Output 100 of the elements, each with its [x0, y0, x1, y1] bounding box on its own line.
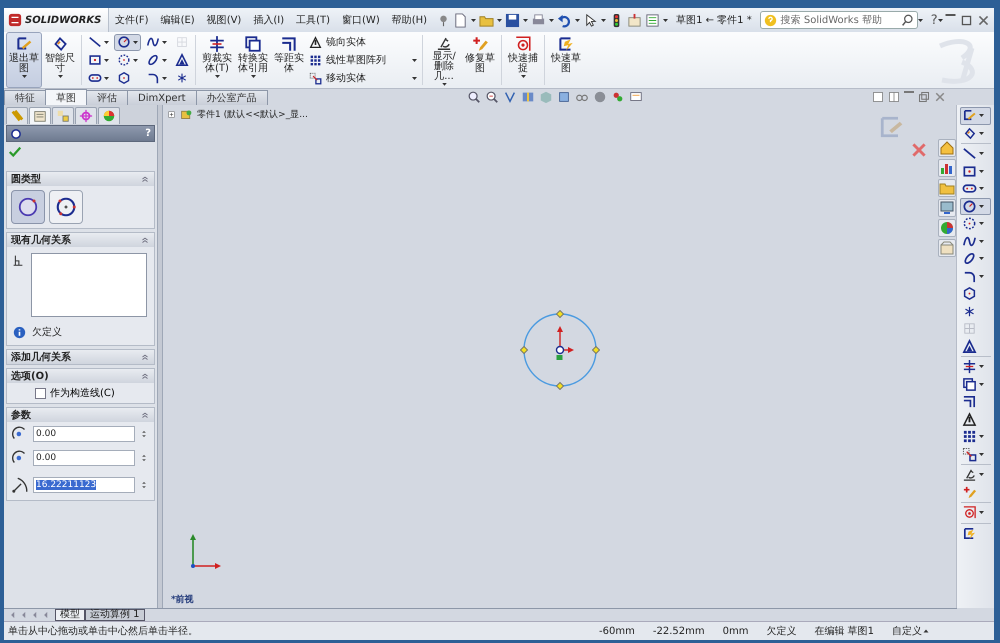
- quick-sketch-icon: [962, 526, 977, 541]
- move-icon: [309, 72, 322, 84]
- mirror-icon: [962, 412, 977, 427]
- command-tab[interactable]: 特征: [4, 90, 46, 105]
- y-field[interactable]: 0.00: [33, 450, 135, 466]
- panel-tab[interactable]: [75, 107, 97, 124]
- section-view-icon: [520, 90, 535, 104]
- panel-tab[interactable]: [29, 107, 51, 124]
- command-tab[interactable]: 草图: [45, 89, 87, 105]
- exit-sketch-tool-button[interactable]: [960, 107, 991, 124]
- status-field: 0mm: [722, 626, 748, 636]
- menu-item[interactable]: 插入(I): [247, 13, 290, 27]
- caret-icon: [979, 187, 984, 190]
- circle-tool-button[interactable]: [114, 34, 141, 50]
- pattern-button[interactable]: 线性草图阵列: [307, 52, 419, 68]
- move-button[interactable]: 移动实体: [307, 70, 419, 86]
- menu-item[interactable]: 帮助(H): [386, 13, 434, 27]
- construction-checkbox[interactable]: 作为构造线(C): [7, 383, 115, 403]
- status-field: -22.52mm: [652, 626, 705, 636]
- origin-drawing: [556, 326, 574, 360]
- circle-tool-button[interactable]: [960, 198, 991, 215]
- document-title: 草图1 ← 零件1 *: [676, 14, 752, 27]
- tree-item[interactable]: 零件1 (默认<<默认>_显...: [197, 108, 308, 121]
- menu-item[interactable]: 窗口(W): [336, 13, 386, 27]
- caret-icon: [979, 452, 984, 456]
- caret-icon: [497, 18, 502, 22]
- menu-item[interactable]: 编辑(E): [154, 13, 201, 27]
- repair-button[interactable]: 修复草图: [462, 32, 498, 88]
- quick-sketch-button[interactable]: 快速草图: [548, 32, 584, 88]
- logo-mark-icon: [8, 13, 22, 27]
- exit-sketch-button[interactable]: 退出草图: [6, 32, 42, 88]
- scene-icon: [610, 90, 625, 104]
- dimension-button[interactable]: 智能尺寸: [42, 32, 78, 88]
- radius-field[interactable]: 16.22211123: [33, 477, 135, 493]
- caret-icon: [979, 274, 984, 278]
- feature-tree-icon: [10, 109, 24, 123]
- x-field[interactable]: 0.00: [33, 426, 135, 442]
- convert-button[interactable]: 转换实体引用: [235, 32, 271, 88]
- status-field: 欠定义: [766, 624, 796, 638]
- config-icon: [56, 109, 70, 123]
- sketch-circle-drawing[interactable]: [520, 310, 600, 390]
- dot-grid-icon: [962, 429, 977, 444]
- center-circle-icon: [16, 195, 40, 219]
- caret-icon: [979, 152, 984, 156]
- section-title: 参数: [11, 408, 31, 422]
- mirror-button[interactable]: 镜向实体: [307, 34, 419, 50]
- panel-tab[interactable]: [98, 107, 120, 124]
- offset-button[interactable]: 等距实体: [271, 32, 307, 88]
- caret-icon: [162, 58, 167, 62]
- rectangle-icon: [962, 164, 977, 179]
- close-icon: [934, 91, 946, 103]
- help-button[interactable]: ?: [930, 12, 938, 28]
- slot-icon: [88, 71, 102, 85]
- undo-icon: [557, 12, 572, 28]
- caret-icon: [979, 222, 984, 226]
- sphere-icon: [592, 90, 607, 104]
- caret-icon: [979, 365, 984, 368]
- caret-icon: [601, 18, 606, 22]
- status-field[interactable]: 自定义: [892, 624, 922, 638]
- command-tab[interactable]: DimXpert: [127, 90, 197, 105]
- relation-icon: [11, 253, 25, 267]
- zoom-area-icon: [484, 90, 499, 104]
- search-field[interactable]: 搜索 SolidWorks 帮助: [760, 11, 918, 29]
- perimeter-circle-icon: [54, 195, 78, 219]
- center-circle-option[interactable]: [11, 190, 45, 224]
- menu-item[interactable]: 工具(T): [290, 13, 336, 27]
- caret-icon: [22, 75, 26, 78]
- restore-icon: [918, 91, 930, 103]
- caret-icon: [412, 58, 417, 62]
- panel-tab[interactable]: [52, 107, 74, 124]
- caret-icon: [523, 18, 528, 22]
- command-tab[interactable]: 办公室产品: [196, 90, 268, 105]
- ellipse-icon: [962, 251, 977, 266]
- trim-button[interactable]: 剪裁实体(T): [199, 32, 235, 88]
- document-tab[interactable]: 模型: [55, 609, 85, 621]
- caret-icon: [104, 76, 109, 80]
- caret-icon: [979, 170, 984, 173]
- caret-icon: [979, 240, 984, 243]
- menu-item[interactable]: 视图(V): [200, 13, 248, 27]
- perimeter-circle-option[interactable]: [49, 190, 83, 224]
- menu-item[interactable]: 文件(F): [109, 13, 155, 27]
- caret-icon: [979, 511, 984, 514]
- checkmark-icon: [8, 145, 22, 159]
- offset-lines-icon: [962, 394, 977, 410]
- cube-icon: [556, 90, 571, 104]
- collapse-icon: [140, 174, 150, 184]
- caret-icon: [442, 83, 446, 86]
- caret-icon: [214, 75, 220, 78]
- caret-icon: [979, 435, 984, 438]
- command-tab[interactable]: 评估: [86, 90, 128, 105]
- caret-icon: [979, 382, 984, 386]
- caret-icon: [979, 473, 984, 476]
- snap-button[interactable]: 快速捕捉: [505, 32, 541, 88]
- grid-icon: [175, 35, 189, 49]
- tile-icon: [872, 91, 884, 103]
- relations-list[interactable]: [31, 253, 147, 317]
- home-icon: [938, 139, 956, 157]
- display-button[interactable]: 显示/删除几...: [426, 32, 462, 88]
- document-tab[interactable]: 运动算例 1: [85, 609, 145, 621]
- caret-icon: [979, 257, 984, 260]
